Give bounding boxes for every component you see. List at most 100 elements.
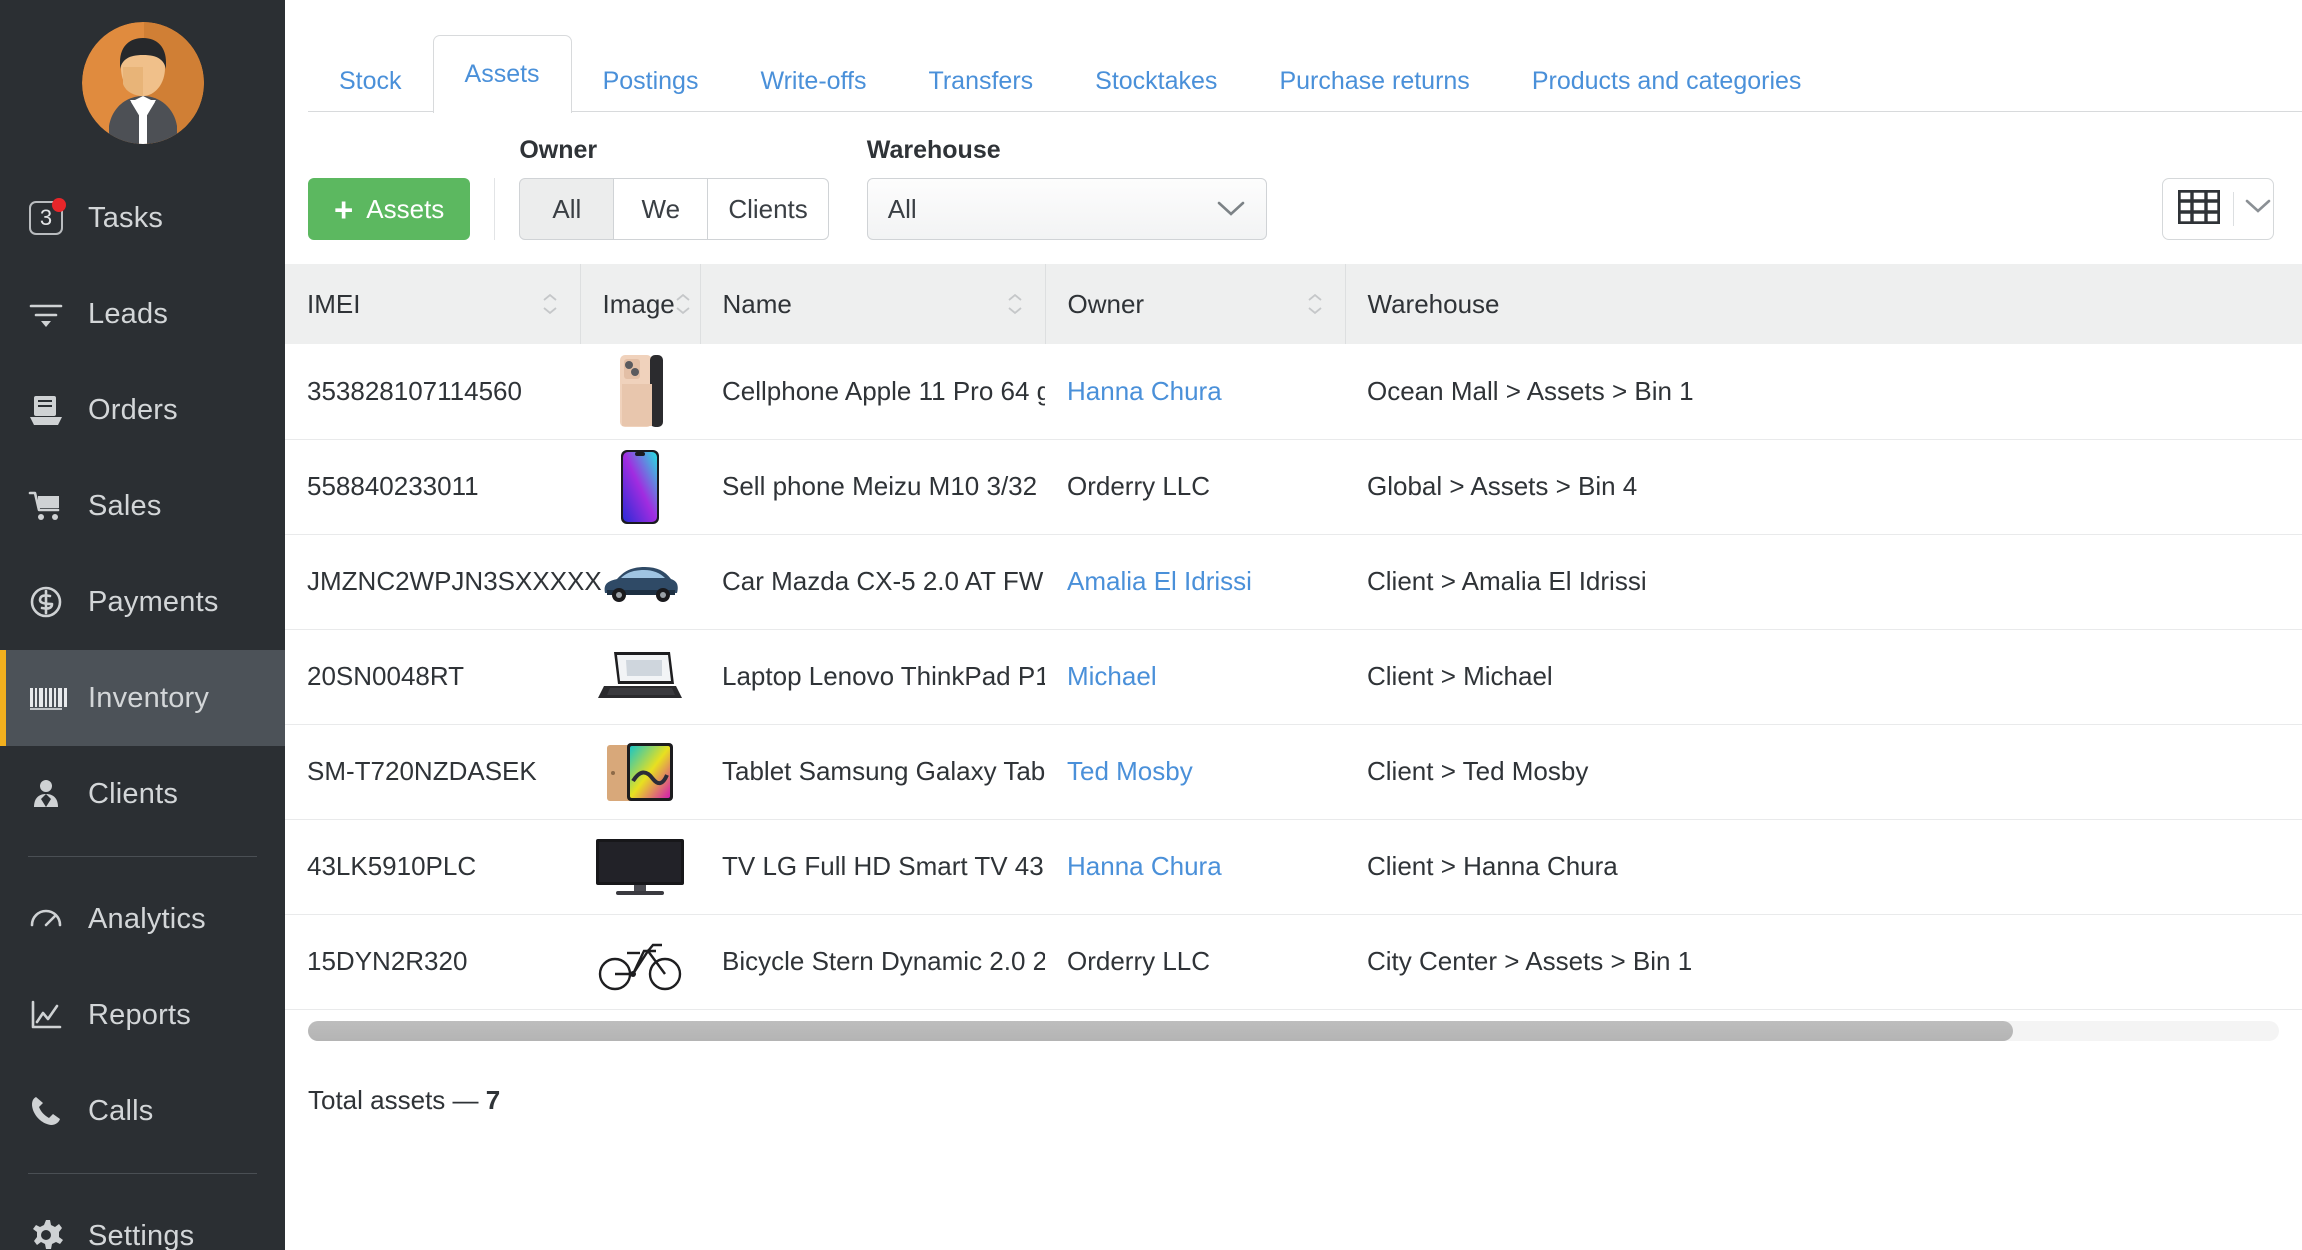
owner-text: Orderry LLC xyxy=(1067,946,1211,976)
column-header-name[interactable]: Name xyxy=(700,264,1046,344)
cell-name: Cellphone Apple 11 Pro 64 gb xyxy=(700,344,1045,440)
avatar[interactable] xyxy=(81,22,204,144)
cell-name: Tablet Samsung Galaxy Tab S5e 4/64Gb... xyxy=(700,724,1045,820)
toolbar: + Assets Owner All We Clients Warehouse Al… xyxy=(285,112,2302,240)
tab-label: Transfers xyxy=(928,66,1034,95)
sidebar-item-settings[interactable]: Settings xyxy=(0,1188,285,1250)
table-row[interactable]: 558840233011 Sell phone Meizu M10 3/32 Ord… xyxy=(285,439,2302,535)
toolbar-divider xyxy=(494,178,496,240)
table-header-row: IMEI Image Name Owner Warehouse xyxy=(285,264,2302,344)
view-mode-button[interactable] xyxy=(2162,178,2274,240)
sidebar-item-label: Calls xyxy=(88,1094,154,1127)
owner-link[interactable]: Michael xyxy=(1067,661,1157,691)
sidebar-item-clients[interactable]: Clients xyxy=(0,746,285,842)
warehouse-select-wrap: All xyxy=(866,178,1267,240)
sidebar: 3 Tasks Leads Orders Sales Payments Inventory C… xyxy=(0,0,285,1250)
column-header-label: Image xyxy=(602,288,675,319)
sidebar-item-leads[interactable]: Leads xyxy=(0,266,285,362)
tab-label: Stock xyxy=(339,66,402,95)
sidebar-item-calls[interactable]: Calls xyxy=(0,1063,285,1159)
cell-warehouse: City Center > Assets > Bin 1 xyxy=(1345,914,2302,1010)
cell-name: Laptop Lenovo ThinkPad P17 Gen 1 xyxy=(700,629,1045,725)
warehouse-select[interactable]: All xyxy=(866,178,1267,240)
chevron-down-icon xyxy=(2245,199,2271,220)
owner-link[interactable]: Hanna Chura xyxy=(1067,376,1222,406)
table-row[interactable]: 15DYN2R320 Bicycle Stern Dynamic 2.0 20 Or… xyxy=(285,914,2302,1010)
scrollbar-thumb[interactable] xyxy=(308,1020,2013,1041)
tab-assets[interactable]: Assets xyxy=(432,35,572,113)
view-button-divider xyxy=(2233,192,2234,226)
cell-imei: JMZNC2WPJN3SXXXXX xyxy=(285,534,602,630)
cell-owner: Hanna Chura xyxy=(1045,819,1345,915)
tab-stocktakes[interactable]: Stocktakes xyxy=(1064,50,1248,112)
cell-image xyxy=(580,629,700,725)
column-header-owner[interactable]: Owner xyxy=(1045,264,1346,344)
sidebar-item-label: Orders xyxy=(88,393,178,426)
owner-option-we[interactable]: We xyxy=(613,178,709,240)
barcode-icon xyxy=(24,676,68,720)
avatar-container xyxy=(0,0,285,170)
column-header-warehouse[interactable]: Warehouse xyxy=(1345,264,2302,344)
sort-icon[interactable] xyxy=(542,293,558,315)
sidebar-item-label: Inventory xyxy=(88,681,210,714)
sidebar-item-inventory[interactable]: Inventory xyxy=(0,650,285,746)
cellphone-purple-icon xyxy=(620,449,660,524)
cell-imei: 43LK5910PLC xyxy=(285,819,580,915)
sidebar-item-label: Sales xyxy=(88,489,162,522)
warehouse-select-value: All xyxy=(887,193,917,224)
owner-link[interactable]: Hanna Chura xyxy=(1067,851,1222,881)
phone-icon xyxy=(24,1089,68,1133)
table-row[interactable]: 43LK5910PLC TV LG Full HD Smart TV 43 Hann… xyxy=(285,819,2302,915)
sidebar-item-analytics[interactable]: Analytics xyxy=(0,871,285,967)
cell-name: TV LG Full HD Smart TV 43 xyxy=(700,819,1045,915)
column-header-image[interactable]: Image xyxy=(580,264,701,344)
tab-transfers[interactable]: Transfers xyxy=(898,50,1065,112)
sort-icon[interactable] xyxy=(1307,293,1323,315)
column-header-label: IMEI xyxy=(307,288,361,319)
owner-option-all[interactable]: All xyxy=(519,178,615,240)
sidebar-item-reports[interactable]: Reports xyxy=(0,967,285,1063)
cell-owner: Orderry LLC xyxy=(1045,914,1345,1010)
tab-write-offs[interactable]: Write-offs xyxy=(729,50,897,112)
tab-postings[interactable]: Postings xyxy=(572,50,730,112)
sidebar-item-payments[interactable]: Payments xyxy=(0,554,285,650)
bicycle-icon xyxy=(596,943,684,990)
table-row[interactable]: JMZNC2WPJN3SXXXXX Car Mazda CX-5 2.0 AT F… xyxy=(285,534,2302,630)
owner-link[interactable]: Amalia El Idrissi xyxy=(1067,566,1252,596)
tab-products-and-categories[interactable]: Products and categories xyxy=(1501,50,1833,112)
tab-label: Purchase returns xyxy=(1279,66,1470,95)
add-assets-button[interactable]: + Assets xyxy=(308,178,471,240)
dollar-circle-icon xyxy=(24,580,68,624)
horizontal-scrollbar[interactable] xyxy=(308,1020,2279,1041)
sidebar-item-label: Settings xyxy=(88,1219,195,1250)
table-row[interactable]: 353828107114560 Cellphone Apple 11 Pro 64… xyxy=(285,344,2302,440)
tab-label: Postings xyxy=(602,66,699,95)
cell-warehouse: Global > Assets > Bin 4 xyxy=(1345,439,2302,535)
assets-table: IMEI Image Name Owner Warehouse 353828107114… xyxy=(285,264,2302,1010)
sort-icon[interactable] xyxy=(675,293,691,315)
table-row[interactable]: SM-T720NZDASEK Tablet Samsung Galaxy Tab … xyxy=(285,724,2302,820)
sidebar-item-orders[interactable]: Orders xyxy=(0,362,285,458)
sidebar-item-sales[interactable]: Sales xyxy=(0,458,285,554)
cell-owner: Hanna Chura xyxy=(1045,344,1345,440)
tab-label: Write-offs xyxy=(760,66,867,95)
tv-icon xyxy=(594,838,686,895)
tablet-icon xyxy=(605,742,675,801)
table-row[interactable]: 20SN0048RT Laptop Lenovo ThinkPad P17 Gen… xyxy=(285,629,2302,725)
column-header-imei[interactable]: IMEI xyxy=(285,264,581,344)
table-grid-icon xyxy=(2177,188,2221,229)
tab-purchase-returns[interactable]: Purchase returns xyxy=(1248,50,1500,112)
tab-label: Assets xyxy=(464,60,540,88)
tab-stock[interactable]: Stock xyxy=(308,50,433,112)
funnel-icon xyxy=(24,292,68,336)
owner-link[interactable]: Ted Mosby xyxy=(1067,756,1193,786)
cell-warehouse: Client > Michael xyxy=(1345,629,2302,725)
sidebar-item-tasks[interactable]: 3 Tasks xyxy=(0,170,285,266)
warehouse-filter-label: Warehouse xyxy=(866,136,1001,164)
owner-option-clients[interactable]: Clients xyxy=(707,178,829,240)
sort-icon[interactable] xyxy=(1007,293,1023,315)
total-assets-label: Total assets — xyxy=(308,1084,486,1115)
cell-image xyxy=(580,344,700,440)
warehouse-filter: Warehouse All xyxy=(866,136,1267,240)
tab-bar: Stock Assets Postings Write-offs Transfers St… xyxy=(285,22,2302,113)
